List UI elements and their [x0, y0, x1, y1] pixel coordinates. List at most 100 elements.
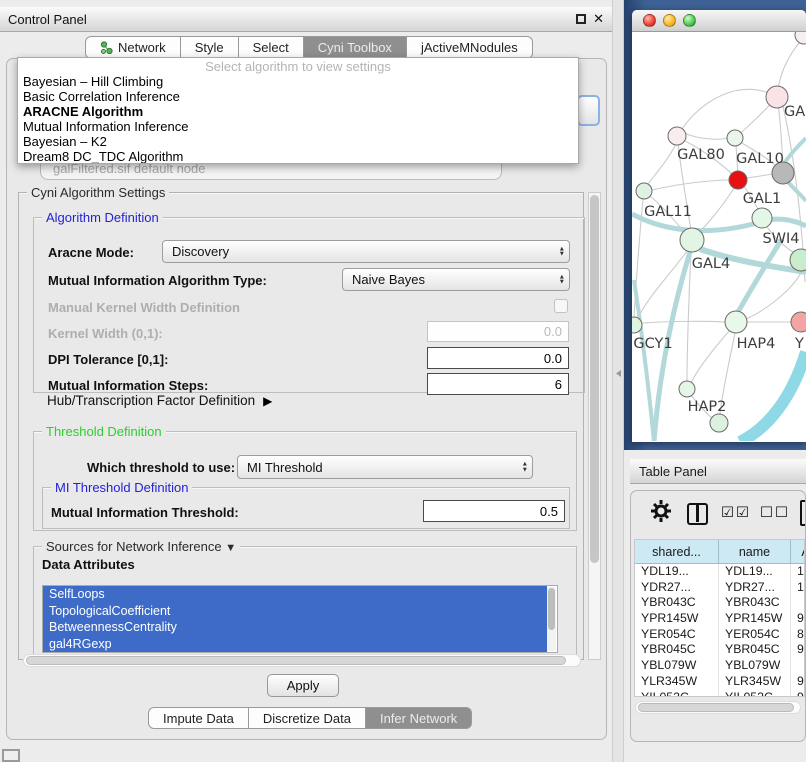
table-row[interactable]: YLR345WYLR345W9.: [635, 674, 804, 690]
splitter-handle-icon[interactable]: [616, 370, 621, 377]
zoom-traffic-light-icon[interactable]: [683, 14, 696, 27]
stepper-icon: ▲▼: [522, 462, 528, 473]
algorithm-definition-title: Algorithm Definition: [42, 210, 163, 225]
network-edge[interactable]: [691, 330, 730, 383]
mi-steps-field[interactable]: 6: [427, 373, 569, 395]
table-cell: YDL19...: [719, 564, 791, 580]
node-label-gal11: GAL11: [644, 204, 692, 220]
algorithm-option-bayesian-hill-climbing[interactable]: Bayesian – Hill Climbing: [18, 74, 578, 89]
dpi-tolerance-field[interactable]: 0.0: [427, 347, 569, 369]
data-attributes-list[interactable]: SelfLoopsTopologicalCoefficientBetweenne…: [42, 585, 558, 653]
tab-infer-network[interactable]: Infer Network: [366, 707, 472, 729]
settings-horizontal-scrollbar[interactable]: [23, 654, 581, 667]
aracne-mode-combo[interactable]: Discovery ▲▼: [162, 240, 570, 263]
docked-panel-icon[interactable]: [2, 749, 20, 762]
tab-network[interactable]: Network: [85, 36, 181, 59]
attribute-item-selfloops[interactable]: SelfLoops: [43, 586, 547, 603]
node-top[interactable]: [795, 32, 806, 44]
mi-type-combo[interactable]: Naive Bayes ▲▼: [342, 268, 570, 291]
node-hap2[interactable]: [679, 381, 695, 397]
network-edge[interactable]: [682, 89, 777, 129]
attribute-item-betweennesscentrality[interactable]: BetweennessCentrality: [43, 619, 547, 636]
table-row[interactable]: YBR043CYBR043C: [635, 595, 804, 611]
algorithm-option-basic-correlation-inference[interactable]: Basic Correlation Inference: [18, 89, 578, 104]
node-label-gal10: GAL10: [736, 151, 784, 167]
network-edge[interactable]: [700, 188, 734, 231]
tab-select[interactable]: Select: [239, 36, 304, 59]
algorithm-option-mutual-information-inference[interactable]: Mutual Information Inference: [18, 119, 578, 134]
table-row[interactable]: YER054CYER054C8.: [635, 627, 804, 643]
table-horizontal-scrollbar[interactable]: [635, 701, 801, 714]
select-all-checkboxes-icon[interactable]: ☑☑: [721, 505, 751, 521]
hub-definition-section[interactable]: Hub/Transcription Factor Definition ▶: [47, 393, 272, 408]
tab-style[interactable]: Style: [181, 36, 239, 59]
network-canvas[interactable]: GALGAL80GAL10GAL1GAL11SWI4GAL4GCY1HAP4YH…: [632, 32, 806, 441]
column-layout-icon[interactable]: [687, 503, 708, 525]
algorithm-option-dream8-dc-tdc-algorithm[interactable]: Dream8 DC_TDC Algorithm: [18, 149, 578, 164]
column-header-a[interactable]: A: [791, 540, 805, 563]
panel-splitter[interactable]: [612, 0, 624, 762]
network-edge[interactable]: [684, 133, 728, 139]
deselect-all-checkboxes-icon[interactable]: ☐☐: [760, 505, 790, 521]
table-row[interactable]: YPR145WYPR145W9.: [635, 611, 804, 627]
network-edge[interactable]: [740, 352, 806, 441]
minimize-traffic-light-icon[interactable]: [663, 14, 676, 27]
sources-group-title[interactable]: Sources for Network Inference ▼: [42, 539, 240, 554]
tab-impute-data[interactable]: Impute Data: [148, 707, 249, 729]
network-edge[interactable]: [634, 280, 654, 441]
close-icon[interactable]: ✕: [593, 11, 604, 27]
node-gal11[interactable]: [636, 183, 652, 199]
network-edge[interactable]: [746, 269, 803, 319]
node-gal4[interactable]: [680, 228, 704, 252]
attribute-item-topologicalcoefficient[interactable]: TopologicalCoefficient: [43, 603, 547, 620]
node-salmon[interactable]: [791, 312, 806, 332]
tab-cyni-toolbox[interactable]: Cyni Toolbox: [304, 36, 407, 59]
table-row[interactable]: YDL19...YDL19...13: [635, 564, 804, 580]
node-swi4[interactable]: [752, 208, 772, 228]
tab-label: jActiveMNodules: [421, 40, 518, 55]
algorithm-option-bayesian-k2[interactable]: Bayesian – K2: [18, 134, 578, 149]
kernel-width-field[interactable]: 0.0: [427, 321, 569, 342]
table-cell: YLR345W: [635, 674, 719, 690]
network-edge[interactable]: [642, 321, 725, 323]
network-edge[interactable]: [785, 138, 806, 162]
table-cell: YBL079W: [719, 658, 791, 674]
column-header-name[interactable]: name: [719, 540, 791, 563]
table-row[interactable]: YBR045CYBR045C9.: [635, 642, 804, 658]
settings-vertical-scrollbar[interactable]: [588, 192, 601, 660]
node-hap4[interactable]: [725, 311, 747, 333]
network-edge[interactable]: [687, 252, 691, 381]
network-edge[interactable]: [652, 180, 730, 190]
expand-arrow-icon[interactable]: ▶: [263, 394, 272, 408]
node-gal80[interactable]: [668, 127, 686, 145]
table-row[interactable]: YDR27...YDR27...12: [635, 580, 804, 596]
network-window[interactable]: GALGAL80GAL10GAL1GAL11SWI4GAL4GCY1HAP4YH…: [632, 10, 806, 442]
attribute-item-gal4rgexp[interactable]: gal4RGexp: [43, 636, 547, 653]
apply-button[interactable]: Apply: [267, 674, 339, 697]
tab-discretize-data[interactable]: Discretize Data: [249, 707, 366, 729]
collapse-arrow-icon[interactable]: ▼: [225, 542, 236, 554]
close-traffic-light-icon[interactable]: [643, 14, 656, 27]
table-row[interactable]: YIL052CYIL052C9: [635, 690, 804, 698]
algorithm-combo-fragment[interactable]: [577, 95, 600, 126]
mi-threshold-field[interactable]: 0.5: [423, 500, 565, 522]
attribute-list-scrollbar[interactable]: [547, 587, 556, 651]
network-edge[interactable]: [778, 38, 803, 89]
node-gal1-selected[interactable]: [729, 171, 747, 189]
tab-label: Style: [195, 40, 224, 55]
node-bottom-green[interactable]: [710, 414, 728, 432]
tab-jactivemnodules[interactable]: jActiveMNodules: [407, 36, 533, 59]
gear-icon[interactable]: [650, 499, 672, 526]
column-header-shared[interactable]: shared...: [635, 540, 719, 563]
network-edge[interactable]: [647, 144, 676, 185]
which-threshold-combo[interactable]: MI Threshold ▲▼: [237, 455, 533, 479]
algorithm-option-aracne-algorithm[interactable]: ARACNE Algorithm: [18, 104, 578, 119]
table-row[interactable]: YBL079WYBL079W: [635, 658, 804, 674]
node-gal10[interactable]: [727, 130, 743, 146]
dpi-tolerance-value: 0.0: [544, 351, 562, 366]
float-panel-icon[interactable]: [576, 14, 586, 24]
table-data-combo[interactable]: galFiltered.sif default node: [40, 163, 502, 180]
document-icon[interactable]: [800, 500, 806, 526]
network-edge[interactable]: [746, 174, 773, 178]
manual-kernel-checkbox[interactable]: [554, 299, 568, 313]
